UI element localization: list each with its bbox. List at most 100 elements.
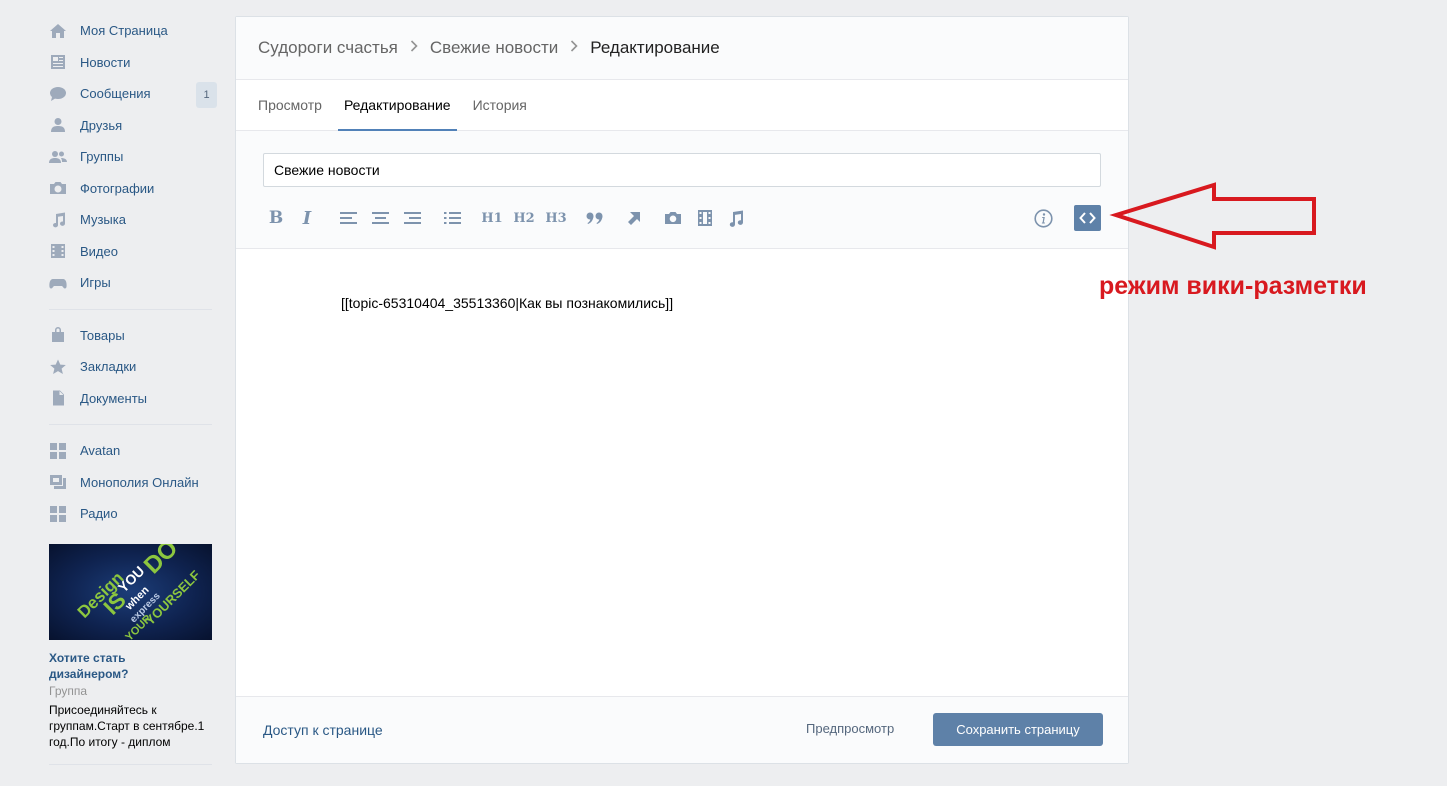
tab-history[interactable]: История	[467, 80, 533, 130]
sidebar-item-goods[interactable]: Товары	[49, 320, 212, 352]
annotation-arrow-icon	[1108, 182, 1320, 257]
sidebar-item-music[interactable]: Музыка	[49, 204, 212, 236]
sidebar-item-label: Радио	[80, 506, 118, 522]
heading2-button[interactable]: H2	[513, 205, 535, 231]
chevron-right-icon	[410, 39, 418, 57]
groups-icon	[49, 149, 67, 165]
sidebar-item-label: Монополия Онлайн	[80, 474, 199, 490]
editor-content-area[interactable]: [[topic-65310404_35513360|Как вы познако…	[236, 247, 1128, 697]
link-button[interactable]	[626, 205, 642, 231]
align-center-button[interactable]	[371, 205, 389, 231]
sidebar-item-my-page[interactable]: Моя Страница	[49, 15, 212, 47]
sidebar-item-label: Товары	[80, 327, 125, 343]
heading2-icon: H2	[513, 210, 535, 226]
quote-icon	[586, 212, 603, 224]
sidebar-item-label: Avatan	[80, 443, 121, 459]
breadcrumb-current: Редактирование	[590, 38, 720, 57]
breadcrumb-community[interactable]: Судороги счастья	[258, 38, 398, 58]
align-left-icon	[339, 212, 357, 224]
bold-button[interactable]: B	[267, 205, 285, 231]
sidebar-item-label: Видео	[80, 243, 118, 259]
chevron-right-icon	[570, 39, 578, 57]
sidebar-app-avatan[interactable]: Avatan	[49, 435, 212, 467]
tab-edit[interactable]: Редактирование	[337, 80, 457, 131]
music-icon	[49, 212, 67, 228]
sidebar-item-label: Фотографии	[80, 180, 155, 196]
editor-footer: Доступ к странице Предпросмотр Сохранить…	[236, 696, 1128, 763]
bullet-list-icon	[443, 212, 461, 224]
ad-type: Группа	[49, 683, 88, 698]
camera-icon	[49, 180, 67, 196]
editor-header: B I H1 H2 H3	[236, 131, 1128, 249]
heading1-icon: H1	[481, 210, 503, 226]
align-right-button[interactable]	[403, 205, 421, 231]
video-film-icon	[698, 210, 712, 226]
sidebar-item-groups[interactable]: Группы	[49, 141, 212, 173]
app-grid-icon	[49, 505, 67, 522]
sidebar-item-label: Документы	[80, 390, 148, 406]
sidebar-item-news[interactable]: Новости	[49, 47, 212, 79]
sidebar-divider	[49, 424, 212, 425]
ad-title[interactable]: Хотите стать дизайнером?	[49, 650, 159, 682]
home-icon	[49, 23, 67, 39]
breadcrumb-page[interactable]: Свежие новости	[430, 38, 558, 58]
wiki-markup-content[interactable]: [[topic-65310404_35513360|Как вы познако…	[341, 295, 673, 311]
document-icon	[49, 390, 67, 406]
sidebar-item-photos[interactable]: Фотографии	[49, 173, 212, 205]
sidebar-item-documents[interactable]: Документы	[49, 383, 212, 415]
sidebar-item-label: Закладки	[80, 359, 137, 375]
sidebar-item-messages[interactable]: Сообщения 1	[49, 78, 217, 110]
sidebar-divider	[49, 763, 212, 765]
unread-count-badge[interactable]: 1	[196, 82, 217, 108]
sidebar-item-friends[interactable]: Друзья	[49, 110, 212, 142]
sidebar-item-label: Новости	[80, 54, 131, 70]
app-grid-icon	[49, 442, 67, 459]
app-image-icon	[49, 474, 67, 490]
align-right-icon	[403, 212, 421, 224]
tab-bar: Просмотр Редактирование История	[236, 80, 1128, 131]
bullet-list-button[interactable]	[443, 205, 461, 231]
heading3-icon: H3	[545, 210, 567, 226]
news-icon	[49, 54, 67, 70]
info-icon	[1033, 208, 1053, 228]
sidebar-item-label: Группы	[80, 149, 124, 165]
annotation-label: режим вики-разметки	[1099, 272, 1367, 300]
gamepad-icon	[49, 275, 67, 291]
page-access-link[interactable]: Доступ к странице	[263, 722, 383, 738]
help-button[interactable]	[1033, 205, 1053, 231]
link-arrow-icon	[628, 211, 640, 225]
save-page-button[interactable]: Сохранить страницу	[933, 713, 1103, 746]
code-brackets-icon	[1079, 212, 1096, 224]
ad-text: Присоединяйтесь к группам.Старт в сентяб…	[49, 702, 205, 749]
sidebar-item-bookmarks[interactable]: Закладки	[49, 351, 212, 383]
music-note-icon	[729, 210, 744, 227]
italic-icon: I	[302, 207, 312, 229]
insert-video-button[interactable]	[696, 205, 714, 231]
insert-audio-button[interactable]	[727, 205, 745, 231]
heading1-button[interactable]: H1	[481, 205, 503, 231]
sidebar-item-label: Моя Страница	[80, 23, 168, 39]
left-sidebar: Моя Страница Новости Сообщения 1 Друзья …	[49, 15, 217, 765]
friends-icon	[49, 117, 67, 133]
insert-photo-button[interactable]	[663, 205, 683, 231]
sidebar-item-label: Друзья	[80, 117, 123, 133]
breadcrumb: Судороги счастья Свежие новости Редактир…	[236, 17, 1128, 80]
page-title-input[interactable]	[263, 153, 1101, 187]
align-left-button[interactable]	[339, 205, 357, 231]
tab-view[interactable]: Просмотр	[252, 80, 328, 130]
sidebar-app-monopoly[interactable]: Монополия Онлайн	[49, 467, 212, 499]
sidebar-app-radio[interactable]: Радио	[49, 498, 212, 530]
quote-button[interactable]	[585, 205, 605, 231]
sidebar-divider	[49, 308, 212, 310]
heading3-button[interactable]: H3	[545, 205, 567, 231]
bold-icon: B	[268, 208, 284, 228]
sidebar-item-video[interactable]: Видео	[49, 236, 212, 268]
ad-banner-image[interactable]: Design IS YOU DO when express YOUR YOURS…	[49, 543, 212, 640]
align-center-icon	[371, 212, 389, 224]
preview-button[interactable]: Предпросмотр	[806, 721, 894, 736]
wiki-editor-card: Судороги счастья Свежие новости Редактир…	[235, 16, 1129, 764]
wiki-markup-mode-button[interactable]	[1074, 205, 1101, 231]
sidebar-item-games[interactable]: Игры	[49, 267, 212, 299]
sidebar-item-label: Игры	[80, 275, 111, 291]
italic-button[interactable]: I	[298, 205, 316, 231]
